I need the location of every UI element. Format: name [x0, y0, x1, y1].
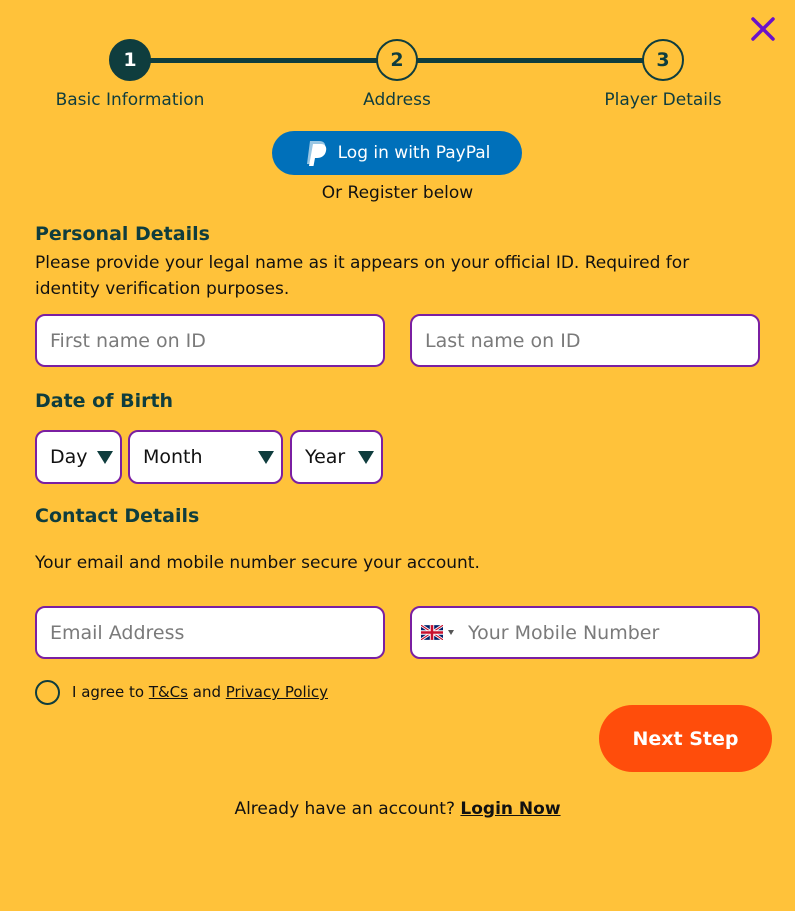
caret-down-icon [448, 630, 454, 635]
privacy-policy-link[interactable]: Privacy Policy [226, 683, 328, 701]
next-step-button[interactable]: Next Step [599, 705, 772, 772]
or-register-text: Or Register below [321, 183, 474, 203]
last-name-field[interactable]: Last name on ID [410, 314, 760, 367]
contact-details-heading: Contact Details [35, 505, 200, 527]
dob-month-value: Month [143, 446, 203, 468]
progress-stepper: 1 2 3 Basic Information Address Player D… [0, 0, 795, 120]
terms-checkbox[interactable] [35, 680, 60, 705]
mobile-field[interactable]: Your Mobile Number [410, 606, 760, 659]
step-connector [150, 58, 378, 63]
step-1-indicator: 1 [109, 39, 151, 81]
next-step-label: Next Step [632, 727, 739, 750]
dob-month-select[interactable]: Month [128, 430, 283, 484]
dob-heading: Date of Birth [35, 390, 174, 412]
step-3-label: Player Details [604, 90, 722, 110]
personal-details-heading: Personal Details [35, 223, 210, 245]
chevron-down-icon [358, 451, 374, 464]
terms-and: and [192, 683, 221, 701]
step-1-label: Basic Information [55, 90, 205, 110]
paypal-icon [306, 141, 326, 166]
dob-day-select[interactable]: Day [35, 430, 122, 484]
step-2-indicator: 2 [376, 39, 418, 81]
mobile-placeholder: Your Mobile Number [468, 621, 660, 644]
step-connector [416, 58, 644, 63]
login-prompt: Already have an account? Login Now [0, 799, 795, 819]
terms-agreement: I agree to T&Cs and Privacy Policy [72, 683, 328, 701]
paypal-label: Log in with PayPal [337, 143, 491, 163]
personal-details-description: Please provide your legal name as it app… [35, 253, 690, 299]
tcs-link[interactable]: T&Cs [149, 683, 188, 701]
chevron-down-icon [97, 451, 113, 464]
dob-year-value: Year [305, 446, 346, 468]
step-3-indicator: 3 [642, 39, 684, 81]
uk-flag-icon [421, 625, 443, 640]
email-placeholder: Email Address [50, 621, 185, 644]
step-2-label: Address [363, 90, 431, 110]
country-code-select[interactable] [421, 625, 454, 640]
dob-year-select[interactable]: Year [290, 430, 383, 484]
dob-day-value: Day [50, 446, 88, 468]
login-prompt-text: Already have an account? [234, 799, 455, 819]
email-field[interactable]: Email Address [35, 606, 385, 659]
first-name-placeholder: First name on ID [50, 329, 206, 352]
last-name-placeholder: Last name on ID [425, 329, 581, 352]
terms-prefix: I agree to [72, 683, 145, 701]
first-name-field[interactable]: First name on ID [35, 314, 385, 367]
login-now-link[interactable]: Login Now [460, 799, 560, 819]
paypal-login-button[interactable]: Log in with PayPal [272, 131, 522, 175]
chevron-down-icon [258, 451, 274, 464]
contact-details-description: Your email and mobile number secure your… [35, 553, 480, 573]
